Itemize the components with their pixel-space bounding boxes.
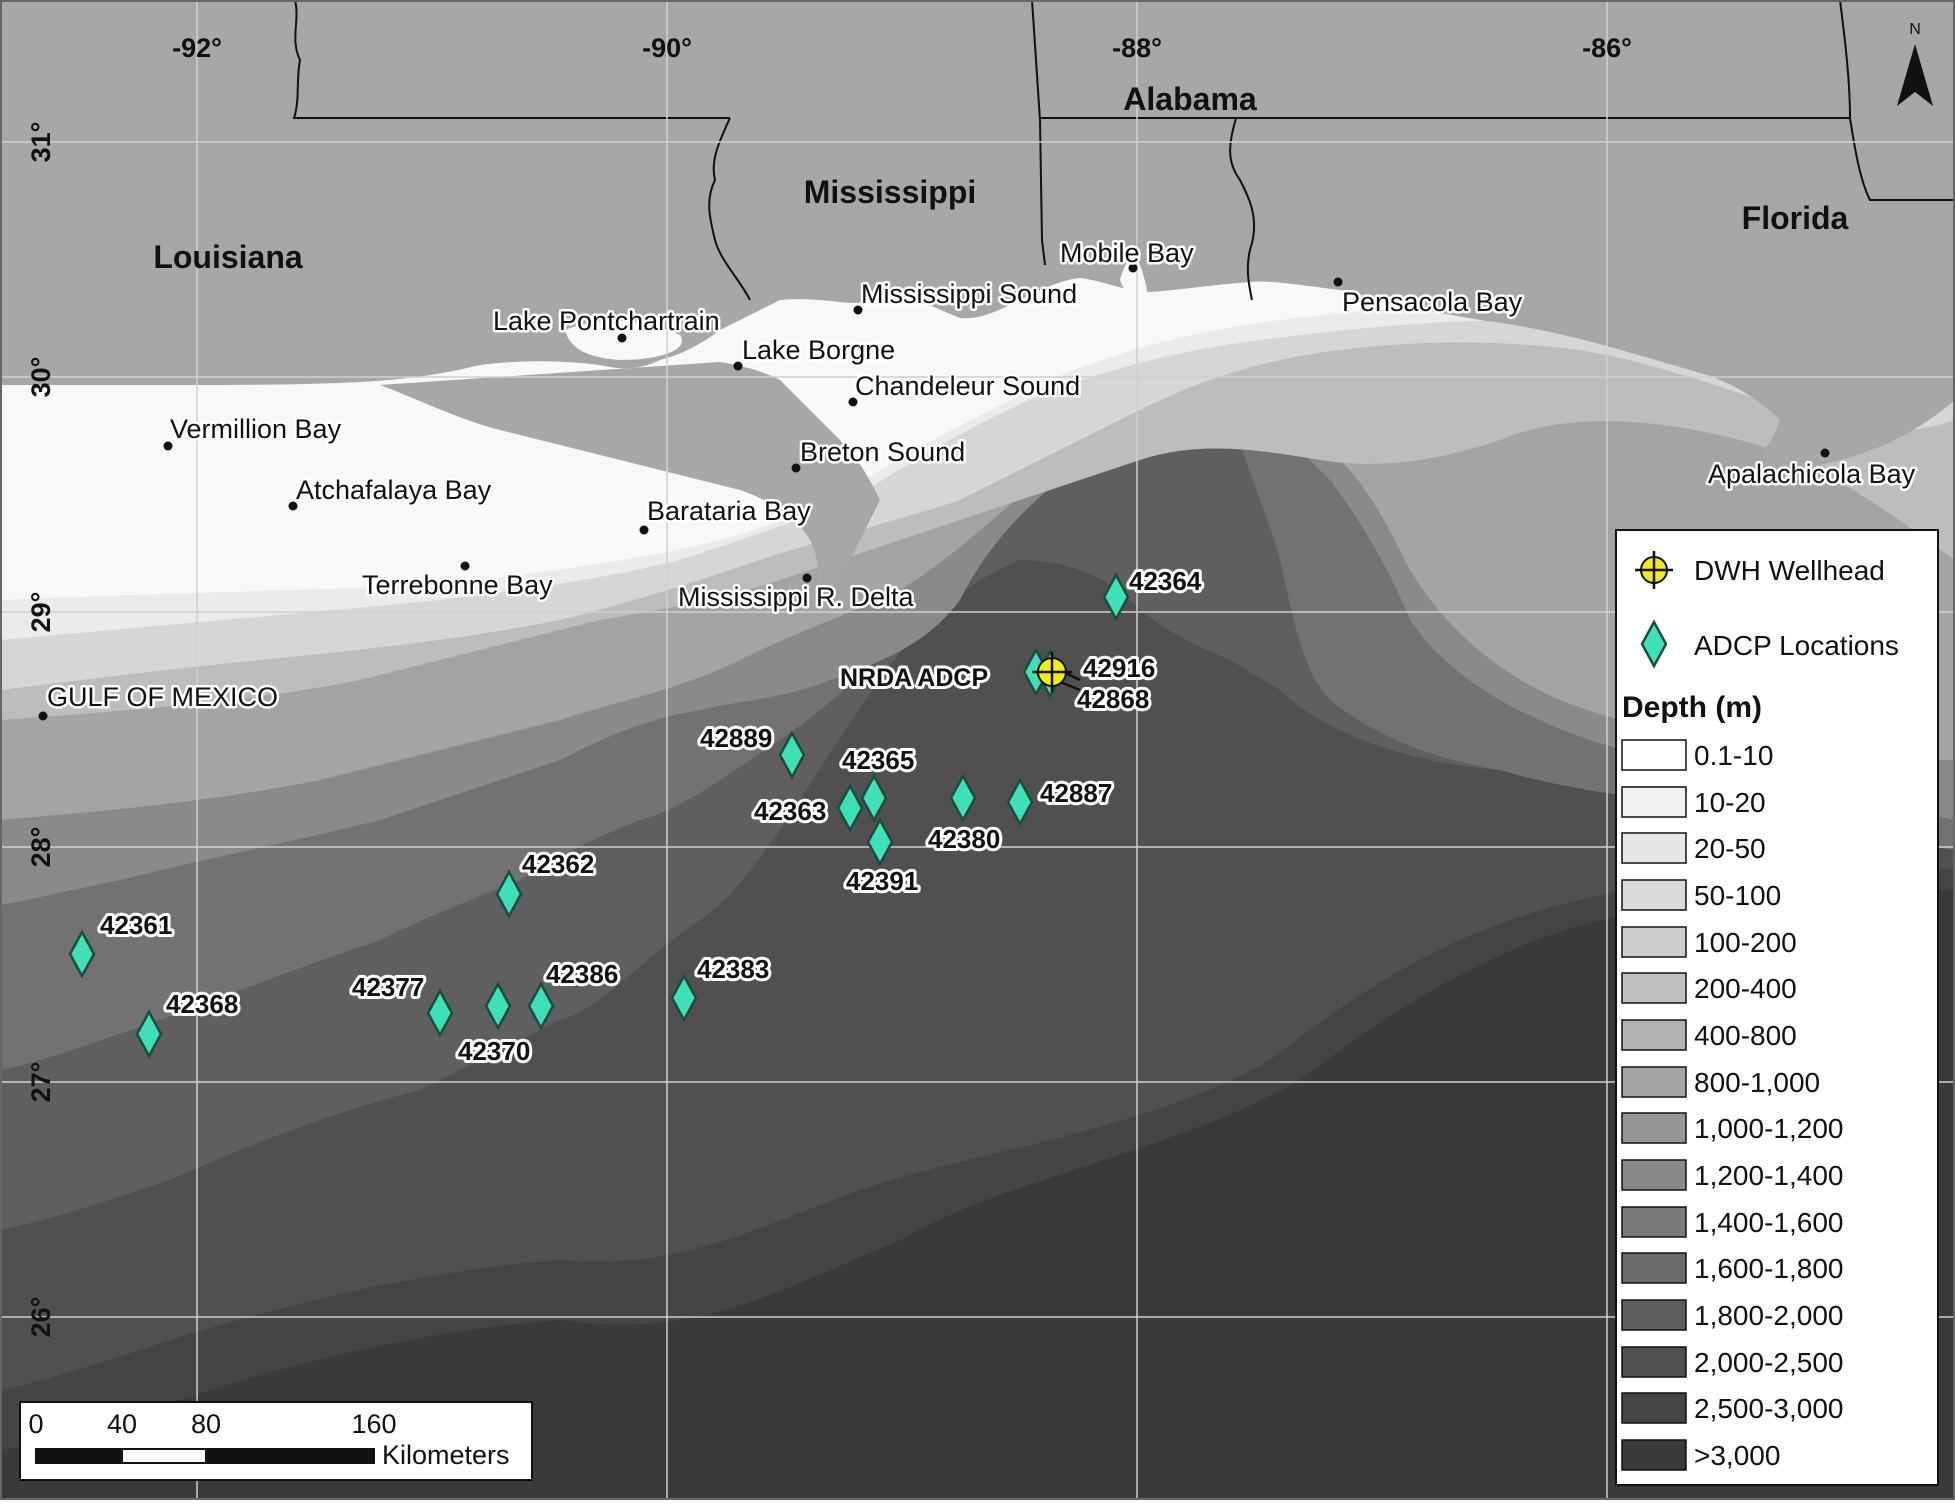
depth-class-label: 1,000-1,200 xyxy=(1694,1113,1843,1144)
legend: DWH Wellhead ADCP Locations Depth (m) 0.… xyxy=(1615,529,1939,1486)
state-label-louisiana: Louisiana xyxy=(153,239,303,275)
depth-class-label: 50-100 xyxy=(1694,880,1781,911)
lat-label: 29° xyxy=(26,592,56,633)
place-dot xyxy=(1333,277,1343,287)
station-label-42362: 42362 xyxy=(522,849,594,879)
depth-class-label: 0.1-10 xyxy=(1694,740,1773,771)
nrda-adcp-label: NRDA ADCP xyxy=(840,664,988,692)
station-label-42364: 42364 xyxy=(1129,566,1202,596)
depth-class-label: >3,000 xyxy=(1694,1440,1780,1471)
place-label-lake-pontchartrain: Lake Pontchartrain xyxy=(493,306,720,336)
depth-swatch xyxy=(1621,1299,1687,1331)
station-label-42916: 42916 xyxy=(1083,653,1155,683)
station-label-42868: 42868 xyxy=(1077,684,1149,714)
depth-class-label: 1,800-2,000 xyxy=(1694,1300,1843,1331)
depth-swatch xyxy=(1621,1206,1687,1238)
lat-label: 26° xyxy=(26,1297,56,1338)
station-label-42377: 42377 xyxy=(352,972,424,1002)
station-label-42386: 42370 xyxy=(458,1036,530,1066)
place-label-barataria-bay: Barataria Bay xyxy=(647,496,811,526)
depth-class-label: 200-400 xyxy=(1694,973,1797,1004)
depth-swatch xyxy=(1621,739,1687,771)
depth-class-label: 2,500-3,000 xyxy=(1694,1393,1843,1424)
place-label-breton-sound: Breton Sound xyxy=(800,437,965,467)
place-dot xyxy=(639,525,649,535)
depth-swatch xyxy=(1621,879,1687,911)
depth-swatch xyxy=(1621,1112,1687,1144)
scale-tick-label: 40 xyxy=(107,1409,137,1439)
place-label-vermillion-bay: Vermillion Bay xyxy=(170,414,342,444)
place-label-gulf-of-mexico: GULF OF MEXICO xyxy=(47,682,278,712)
scale-tick-label: 0 xyxy=(28,1409,43,1439)
depth-swatch xyxy=(1621,1392,1687,1424)
lon-label: -90° xyxy=(642,33,692,63)
depth-swatch xyxy=(1621,926,1687,958)
depth-class-label: 1,600-1,800 xyxy=(1694,1253,1843,1284)
station-label-42365: 42365 xyxy=(842,745,914,775)
place-label-atchafalaya-bay: Atchafalaya Bay xyxy=(296,475,492,505)
station-label-42361: 42361 xyxy=(100,910,172,940)
station-label-42363: 42363 xyxy=(754,796,826,826)
depth-swatch xyxy=(1621,832,1687,864)
state-label-florida: Florida xyxy=(1742,200,1849,236)
place-label-pensacola-bay: Pensacola Bay xyxy=(1342,287,1523,317)
scale-tick-label: 80 xyxy=(191,1409,221,1439)
depth-class-label: 1,200-1,400 xyxy=(1694,1160,1843,1191)
depth-class-label: 20-50 xyxy=(1694,833,1766,864)
depth-class-label: 1,400-1,600 xyxy=(1694,1207,1843,1238)
lat-label: 27° xyxy=(26,1062,56,1103)
depth-swatch xyxy=(1621,1346,1687,1378)
north-letter: N xyxy=(1909,21,1921,38)
place-label-mississippi-sound: Mississippi Sound xyxy=(861,279,1077,309)
place-label-chandeleur-sound: Chandeleur Sound xyxy=(855,371,1080,401)
place-label-terrebonne-bay: Terrebonne Bay xyxy=(362,570,553,600)
station-label-42391: 42391 xyxy=(846,866,918,896)
lat-label: 31° xyxy=(26,122,56,163)
lon-label: -86° xyxy=(1582,33,1632,63)
map-figure: -92° -90° -88° -86° 31° 30° 29° 28° 27° … xyxy=(0,0,1955,1500)
depth-swatch xyxy=(1621,786,1687,818)
state-label-mississippi: Mississippi xyxy=(804,174,977,210)
depth-class-label: 400-800 xyxy=(1694,1020,1797,1051)
depth-class-label: 2,000-2,500 xyxy=(1694,1347,1843,1378)
legend-adcp-label: ADCP Locations xyxy=(1694,630,1899,661)
scale-units-label: Kilometers xyxy=(382,1440,510,1470)
depth-swatch xyxy=(1621,1252,1687,1284)
lat-label: 28° xyxy=(26,827,56,868)
place-dot xyxy=(38,711,48,721)
station-label-42383: 42383 xyxy=(697,954,769,984)
legend-box xyxy=(1615,529,1939,1486)
place-label-lake-borgne: Lake Borgne xyxy=(742,335,895,365)
depth-class-label: 800-1,000 xyxy=(1694,1067,1820,1098)
scale-tick-label: 160 xyxy=(351,1409,396,1439)
scale-bar: 0 40 80 160 Kilometers xyxy=(19,1401,533,1481)
station-label-42380: 42380 xyxy=(928,824,1000,854)
station-label-42887: 42887 xyxy=(1040,778,1112,808)
depth-swatch xyxy=(1621,1439,1687,1471)
map-canvas: -92° -90° -88° -86° 31° 30° 29° 28° 27° … xyxy=(0,0,1955,1500)
place-label-mobile-bay: Mobile Bay xyxy=(1060,238,1194,268)
station-label-42368: 42368 xyxy=(166,989,238,1019)
depth-class-label: 100-200 xyxy=(1694,927,1797,958)
depth-swatch xyxy=(1621,1159,1687,1191)
lon-label: -88° xyxy=(1112,33,1162,63)
place-dot xyxy=(1820,448,1830,458)
depth-swatch xyxy=(1621,1066,1687,1098)
depth-swatch xyxy=(1621,972,1687,1004)
scale-bar-segments xyxy=(35,1448,375,1464)
station-label-42370: 42386 xyxy=(546,959,618,989)
lon-label: -92° xyxy=(172,33,222,63)
place-label-apalachicola-bay: Apalachicola Bay xyxy=(1708,459,1916,489)
legend-depth-title: Depth (m) xyxy=(1622,691,1762,724)
place-label-mississippi-delta: Mississippi R. Delta xyxy=(678,582,915,612)
depth-class-label: 10-20 xyxy=(1694,787,1766,818)
depth-swatch xyxy=(1621,1019,1687,1051)
station-label-42889: 42889 xyxy=(700,723,772,753)
legend-wellhead-label: DWH Wellhead xyxy=(1694,555,1885,586)
state-label-alabama: Alabama xyxy=(1123,81,1257,117)
lat-label: 30° xyxy=(26,357,56,398)
